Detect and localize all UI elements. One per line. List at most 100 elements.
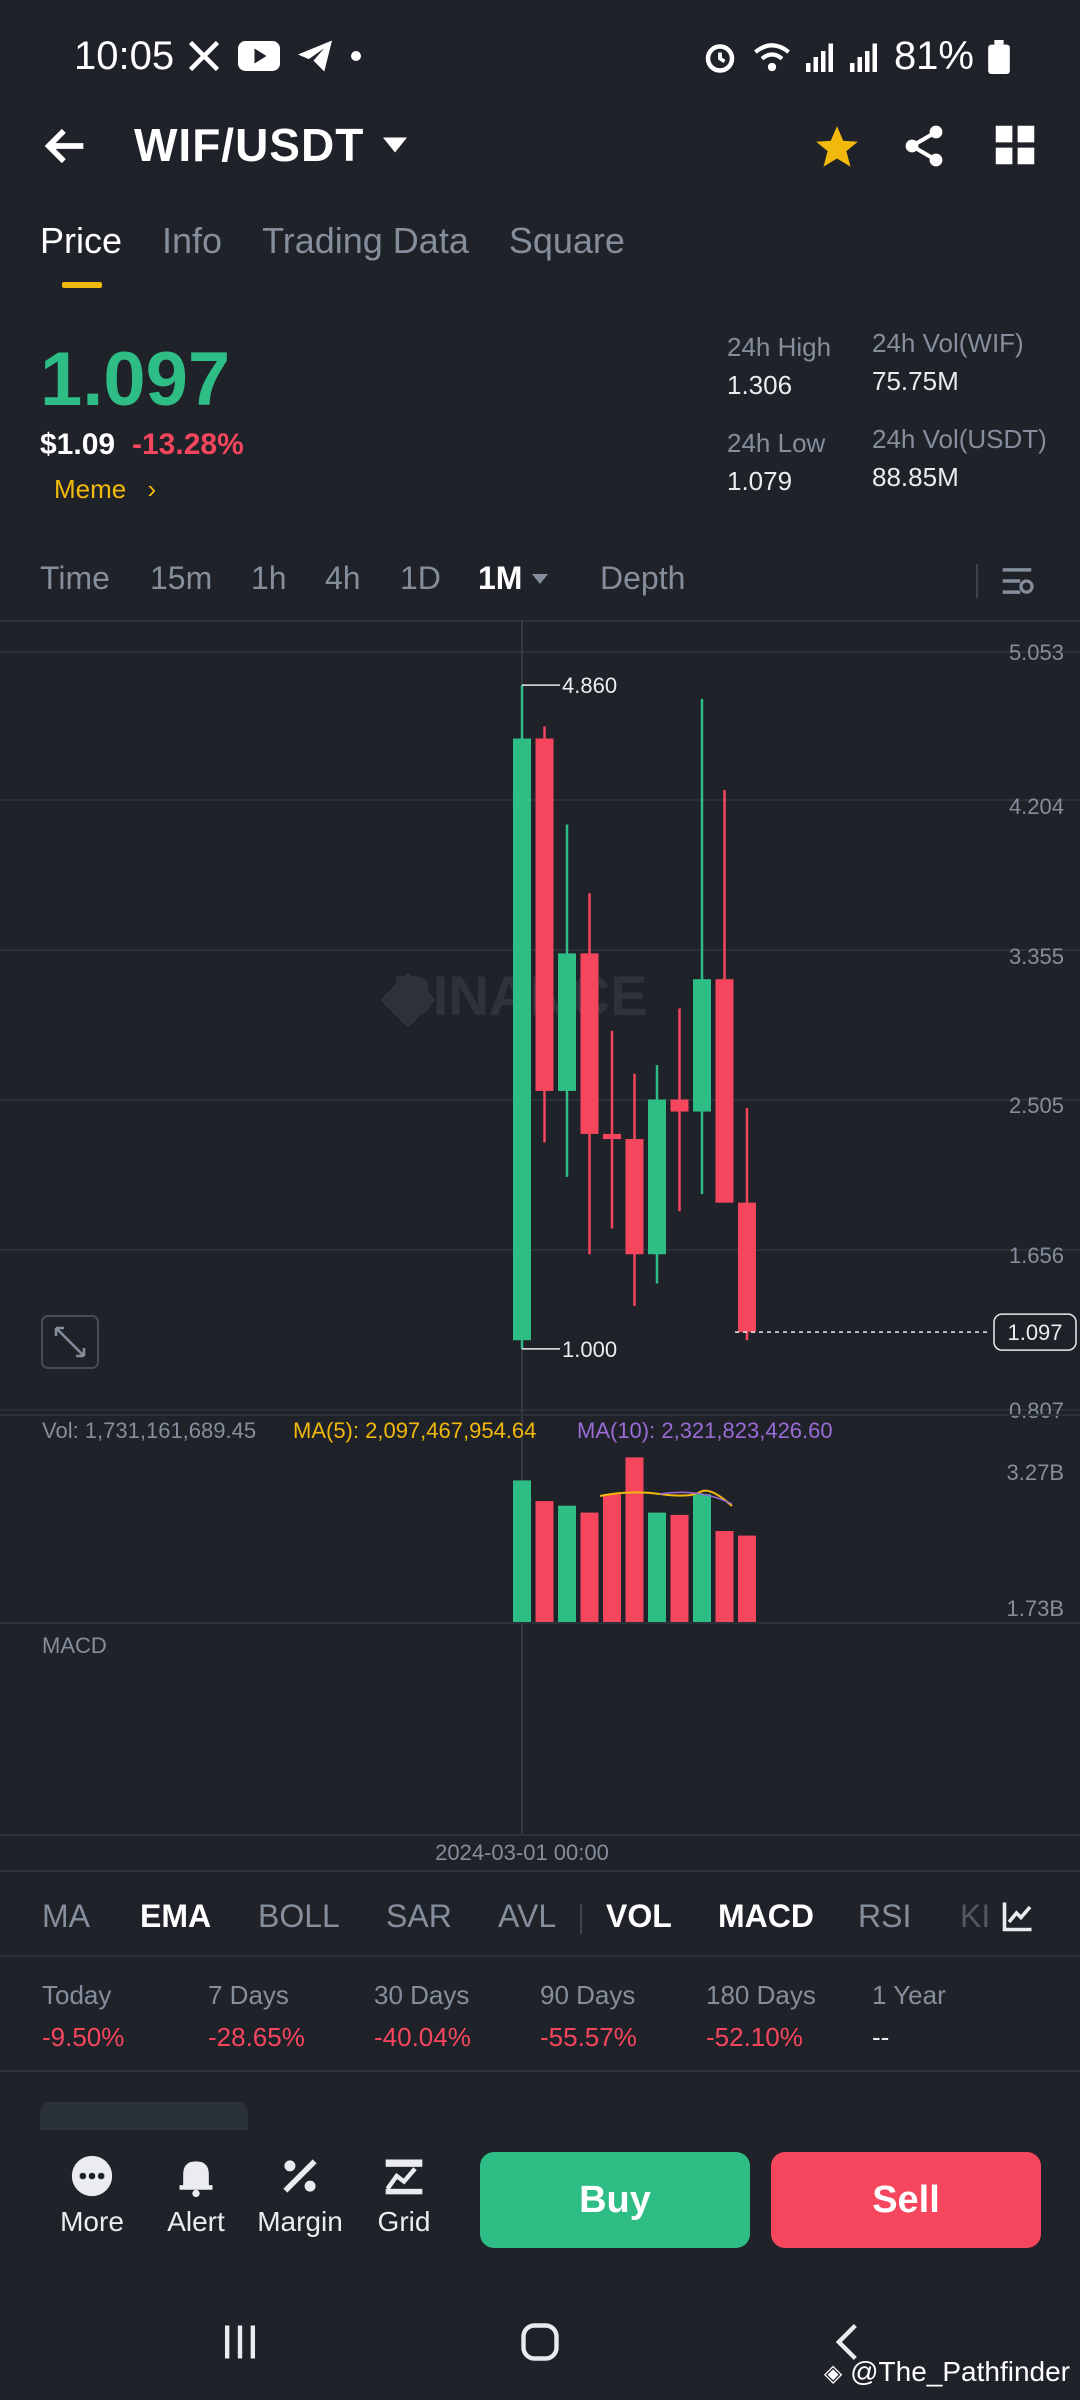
indicator-ma[interactable]: MA (42, 1898, 90, 1935)
perf-label: Today (42, 1980, 112, 2010)
interval-1h[interactable]: 1h (251, 560, 287, 597)
interval-depth[interactable]: Depth (600, 560, 685, 597)
indicator-avl[interactable]: AVL (498, 1898, 556, 1935)
interval-time[interactable]: Time (40, 560, 110, 597)
interval-15m[interactable]: 15m (150, 560, 212, 597)
high-marker-label: 4.860 (562, 673, 617, 698)
status-time: 10:05 (74, 34, 175, 78)
volume-bar (715, 1531, 734, 1623)
candle-body (535, 738, 554, 1091)
vol-quote-label: 24h Vol(USDT) (872, 424, 1047, 454)
volume-bar (513, 1480, 531, 1623)
tab-square[interactable]: Square (509, 220, 625, 262)
indicator-chart-icon[interactable] (1000, 1898, 1036, 1934)
wifi-icon (753, 42, 790, 71)
recent-apps-icon[interactable] (218, 2320, 262, 2364)
macd-label: MACD (42, 1633, 107, 1658)
perf-value: -52.10% (706, 2022, 803, 2052)
volume-bar (603, 1494, 621, 1623)
more-button[interactable]: More (42, 2154, 142, 2238)
candle-body (603, 1133, 621, 1140)
watermark-text: @The_Pathfinder (850, 2356, 1070, 2387)
binance-logo-icon: ◈ (823, 2360, 843, 2387)
indicator-rsi[interactable]: RSI (858, 1898, 911, 1935)
high-label: 24h High (727, 332, 832, 362)
battery-icon (988, 39, 1010, 74)
home-icon[interactable] (518, 2320, 562, 2364)
pair-title[interactable]: WIF/USDT (134, 118, 364, 172)
price-chart[interactable]: 5.0534.2043.3552.5051.6560.807BINANCE4.8… (0, 620, 1080, 1870)
perf-label: 7 Days (208, 1980, 289, 2010)
volume-bar (738, 1535, 756, 1623)
candle-body (670, 1099, 689, 1112)
interval-1m[interactable]: 1M (478, 560, 522, 597)
vol-base-value: 75.75M (872, 366, 959, 396)
y-tick-label: 3.355 (1009, 944, 1064, 969)
interval-1d[interactable]: 1D (400, 560, 441, 597)
interval-4h[interactable]: 4h (325, 560, 361, 597)
indicator-bar: MA EMA BOLL SAR AVL VOL MACD RSI KI (0, 1898, 1080, 1948)
category-tag[interactable]: Meme › (54, 474, 156, 505)
more-icon (71, 2155, 113, 2197)
indicator-boll[interactable]: BOLL (258, 1898, 340, 1935)
low-marker-label: 1.000 (562, 1337, 617, 1362)
telegram-icon (298, 40, 332, 72)
vol-base-label: 24h Vol(WIF) (872, 328, 1024, 358)
perf-label: 1 Year (872, 1980, 946, 2010)
y-tick-label: 0.807 (1009, 1398, 1064, 1423)
indicator-vol[interactable]: VOL (606, 1898, 672, 1935)
indicator-sar[interactable]: SAR (386, 1898, 452, 1935)
chart-settings-icon[interactable] (998, 562, 1036, 600)
signal-icon (805, 43, 833, 72)
margin-button[interactable]: Margin (250, 2154, 350, 2238)
last-price-label: 1.097 (1007, 1320, 1062, 1345)
sell-button[interactable]: Sell (771, 2152, 1041, 2248)
indicator-kdj[interactable]: KI (960, 1898, 990, 1935)
creator-watermark: ◈ @The_Pathfinder (824, 2356, 1070, 2388)
back-arrow-icon[interactable] (40, 120, 92, 172)
indicator-macd[interactable]: MACD (718, 1898, 814, 1935)
grid-menu-icon[interactable] (994, 124, 1036, 166)
perf-value: -40.04% (374, 2022, 471, 2052)
chevron-down-icon[interactable] (530, 572, 550, 586)
tab-info[interactable]: Info (162, 220, 222, 262)
volume-bar (625, 1457, 644, 1623)
volume-y-tick: 3.27B (1007, 1460, 1065, 1485)
candle-body (715, 979, 734, 1203)
candle-body (648, 1099, 666, 1255)
bell-icon (179, 2161, 213, 2198)
volume-bar (558, 1505, 576, 1623)
chevron-right-icon: › (147, 474, 157, 504)
grid-trading-icon (385, 2159, 423, 2195)
volume-bar (648, 1512, 666, 1623)
x-axis-label: 2024-03-01 00:00 (435, 1840, 609, 1865)
chevron-down-icon[interactable] (380, 134, 410, 156)
favorite-star-icon[interactable] (812, 122, 862, 172)
buy-button[interactable]: Buy (480, 2152, 750, 2248)
alert-button[interactable]: Alert (146, 2154, 246, 2238)
grid-button[interactable]: Grid (354, 2154, 454, 2238)
battery-percent: 81% (893, 34, 974, 78)
share-icon[interactable] (900, 122, 948, 170)
candle-body (580, 953, 599, 1134)
candle-body (625, 1139, 644, 1255)
tab-price[interactable]: Price (40, 220, 122, 288)
candle-body (558, 953, 576, 1091)
percent-icon (283, 2159, 317, 2193)
indicator-divider-top (0, 1870, 1080, 1872)
status-notification-icons (186, 38, 362, 74)
interval-divider (976, 564, 978, 598)
tab-trading-data[interactable]: Trading Data (262, 220, 469, 262)
volume-y-tick: 1.73B (1007, 1596, 1065, 1621)
section-tabs: Price Info Trading Data Square (40, 220, 625, 288)
youtube-icon (238, 41, 280, 71)
perf-value: -9.50% (42, 2022, 125, 2052)
perf-label: 30 Days (374, 1980, 470, 2010)
volume-label: Vol: 1,731,161,689.45 (42, 1418, 256, 1443)
volume-bar (580, 1512, 599, 1623)
volume-bar (670, 1514, 689, 1623)
y-tick-label: 2.505 (1009, 1093, 1064, 1118)
volume-bar (693, 1494, 711, 1623)
indicator-ema[interactable]: EMA (140, 1898, 211, 1935)
dot-icon (351, 51, 361, 61)
